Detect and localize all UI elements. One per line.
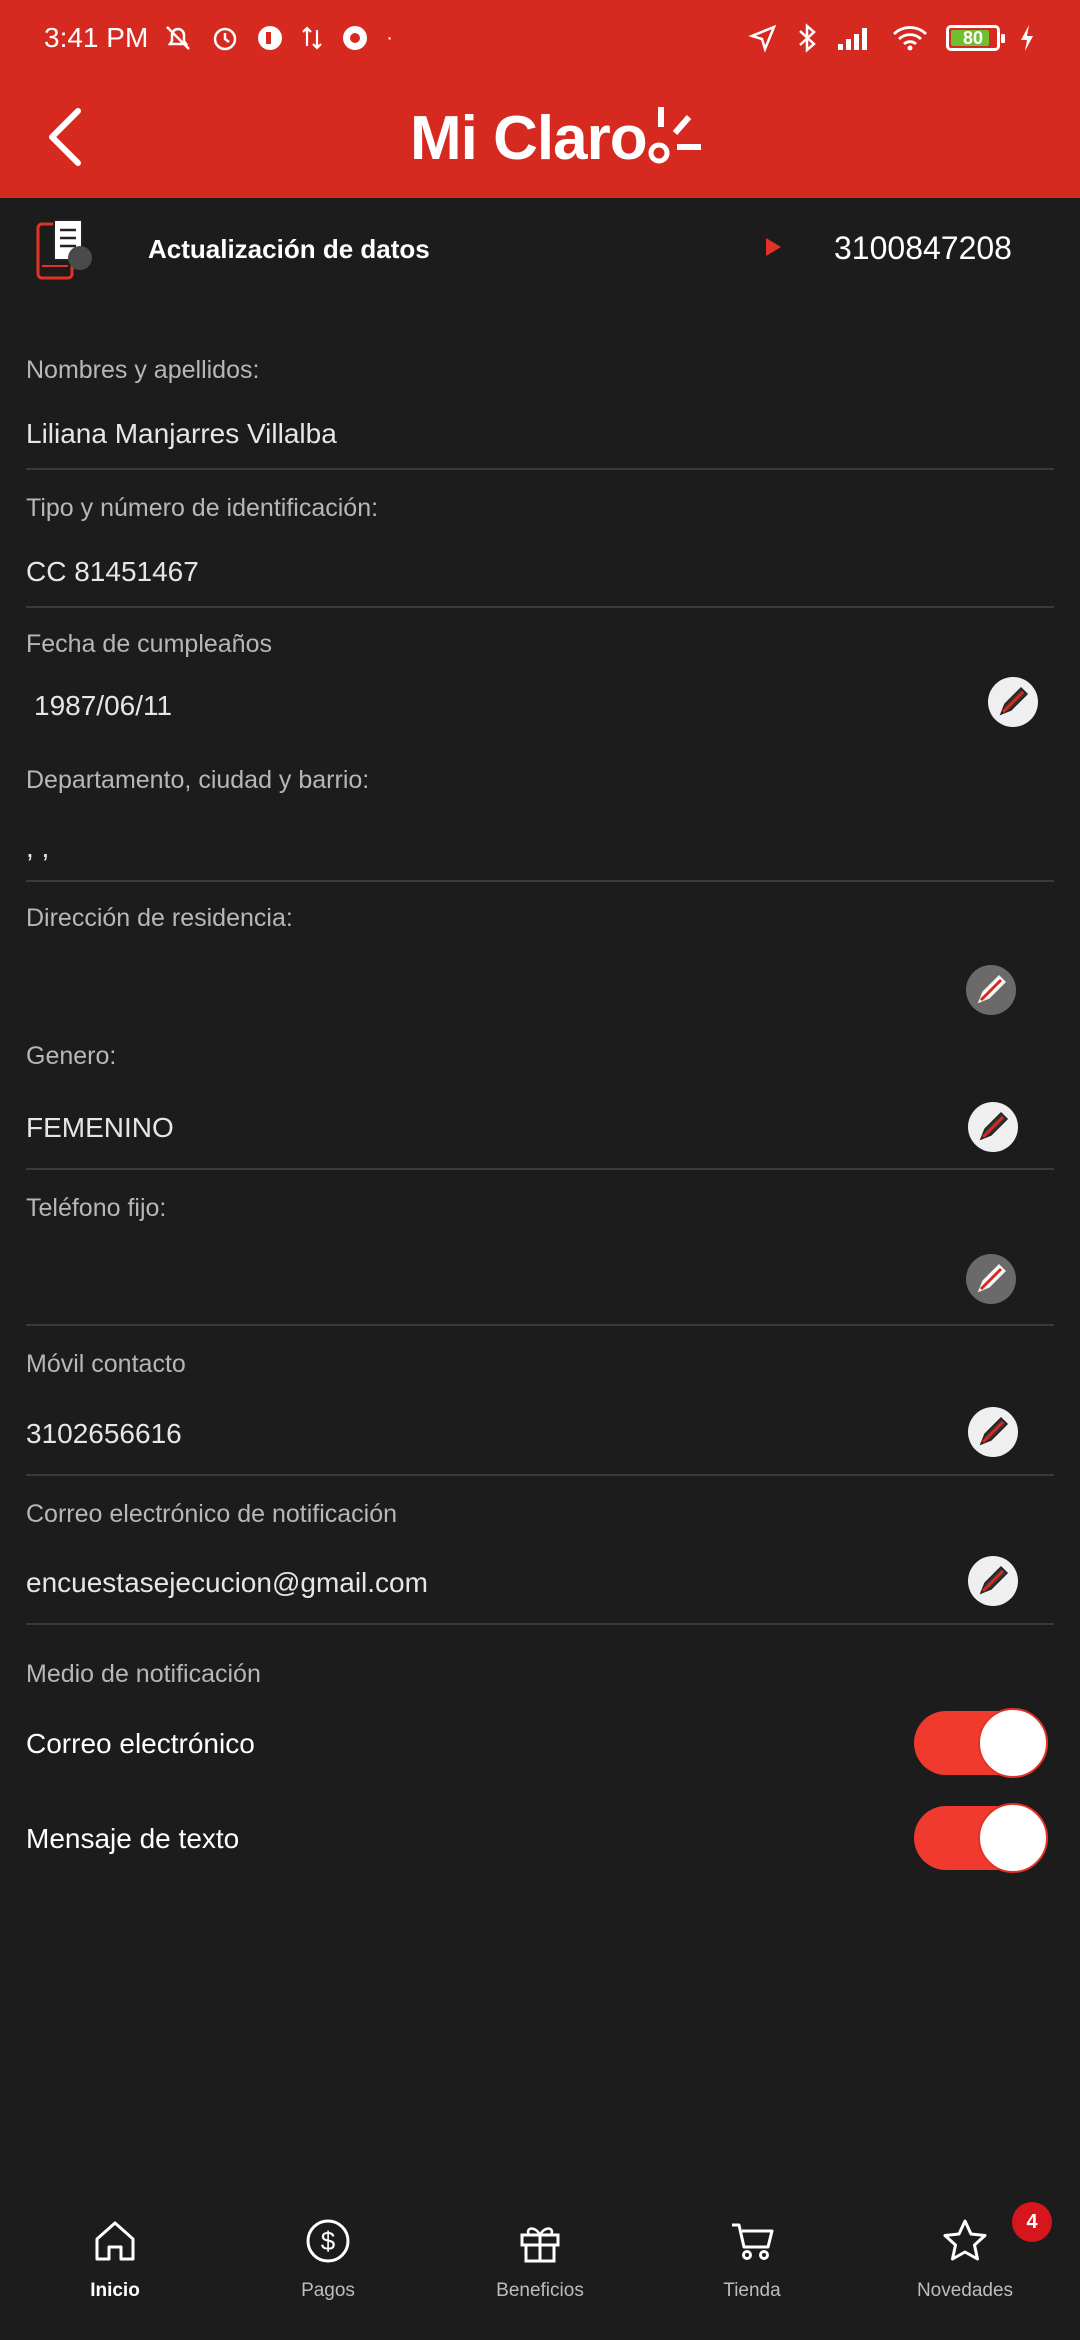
- toggle-knob: [978, 1803, 1048, 1873]
- chevron-left-icon: [49, 108, 81, 166]
- pencil-icon: [977, 1263, 1007, 1293]
- field-identificacion: Tipo y número de identificación:: [26, 494, 1054, 523]
- field-genero: Genero:: [26, 1042, 1054, 1071]
- toggle-label-correo: Correo electrónico: [26, 1728, 255, 1759]
- field-cumpleanos: Fecha de cumpleaños: [26, 630, 1054, 659]
- notification-title: Medio de notificación: [26, 1660, 261, 1688]
- field-value-nombres: Liliana Manjarres Villalba: [26, 418, 337, 449]
- battery-icon: 80: [946, 25, 1005, 51]
- charging-icon: [1021, 25, 1033, 51]
- divider: [26, 606, 1054, 608]
- back-button[interactable]: [30, 102, 100, 172]
- pencil-icon: [999, 686, 1029, 716]
- edit-genero-button[interactable]: [968, 1102, 1018, 1152]
- nav-label: Beneficios: [496, 2280, 584, 2301]
- field-direccion: Dirección de residencia:: [26, 904, 1054, 933]
- phone-document-icon: [36, 219, 92, 280]
- nav-inicio[interactable]: Inicio: [35, 2168, 195, 2340]
- field-label: Departamento, ciudad y barrio:: [26, 766, 370, 794]
- field-movil: Móvil contacto: [26, 1350, 1054, 1379]
- status-time: 3:41 PM: [44, 22, 149, 53]
- field-label: Genero:: [26, 1042, 117, 1070]
- divider: [26, 468, 1054, 470]
- edit-cumpleanos-button[interactable]: [988, 677, 1038, 727]
- dollar-icon: $: [306, 2219, 350, 2263]
- logo-rays-icon: [648, 107, 701, 164]
- nav-label: Inicio: [90, 2280, 140, 2301]
- signal-icon: [838, 28, 867, 50]
- field-label: Teléfono fijo:: [26, 1194, 167, 1222]
- nav-label: Novedades: [916, 2280, 1014, 2301]
- star-icon: [943, 2219, 987, 2261]
- divider: [26, 1623, 1054, 1625]
- muted-bell-icon: [166, 26, 191, 50]
- field-label: Fecha de cumpleaños: [26, 630, 272, 658]
- claro-logo: Mi Claro: [410, 98, 703, 178]
- field-label: Nombres y apellidos:: [26, 356, 260, 384]
- field-nombres: Nombres y apellidos:: [26, 356, 1054, 385]
- field-telefono-fijo: Teléfono fijo:: [26, 1194, 1054, 1223]
- notification-section: Medio de notificación: [26, 1660, 1054, 1689]
- divider: [26, 880, 1054, 882]
- field-value-departamento: , ,: [26, 832, 50, 863]
- field-value-correo[interactable]: encuestasejecucion@gmail.com: [26, 1567, 428, 1599]
- field-correo: Correo electrónico de notificación: [26, 1500, 1054, 1529]
- logo-text: Mi Claro: [410, 103, 648, 173]
- battery-level: 80: [962, 27, 984, 48]
- wifi-icon: [893, 26, 927, 51]
- notification-badge: 4: [1012, 2202, 1052, 2242]
- pencil-icon: [979, 1565, 1009, 1595]
- edit-telefono-fijo-button[interactable]: [966, 1254, 1016, 1304]
- edit-direccion-button[interactable]: [966, 965, 1016, 1015]
- sync-app-icon: [343, 26, 368, 50]
- alarm-icon: [214, 27, 237, 51]
- nav-novedades[interactable]: Novedades: [885, 2168, 1045, 2340]
- app-notification-icon: [258, 26, 283, 50]
- field-label: Correo electrónico de notificación: [26, 1500, 398, 1528]
- field-value-cumpleanos[interactable]: 1987/06/11: [34, 690, 172, 722]
- status-bar: 3:41 PM · 80: [0, 0, 1080, 76]
- toggle-correo[interactable]: [914, 1708, 1048, 1778]
- toggle-knob: [978, 1708, 1048, 1778]
- bluetooth-icon: [799, 23, 816, 53]
- section-header: Actualización de datos 3100847208: [0, 198, 1080, 308]
- field-value-movil[interactable]: 3102656616: [26, 1418, 182, 1450]
- location-icon: [748, 24, 777, 53]
- divider: [26, 1168, 1054, 1170]
- divider: [26, 1474, 1054, 1476]
- section-title: Actualización de datos: [148, 234, 430, 264]
- data-transfer-icon: [302, 26, 323, 50]
- nav-label: Pagos: [301, 2280, 355, 2301]
- pencil-icon: [979, 1111, 1009, 1141]
- nav-label: Tienda: [723, 2280, 781, 2301]
- home-icon: [95, 2221, 135, 2261]
- svg-text:$: $: [321, 2226, 336, 2256]
- cart-icon: [732, 2223, 774, 2260]
- field-value-identificacion: CC 81451467: [26, 556, 199, 587]
- field-value-genero[interactable]: FEMENINO: [26, 1112, 174, 1144]
- gift-icon: [520, 2227, 560, 2263]
- nav-tienda[interactable]: Tienda: [672, 2168, 832, 2340]
- toggle-sms[interactable]: [914, 1803, 1048, 1873]
- pencil-icon: [979, 1416, 1009, 1446]
- field-label: Tipo y número de identificación:: [26, 494, 379, 522]
- divider: [26, 1324, 1054, 1326]
- field-label: Dirección de residencia:: [26, 904, 293, 932]
- play-arrow-icon: [766, 238, 781, 256]
- edit-correo-button[interactable]: [968, 1556, 1018, 1606]
- line-number: 3100847208: [834, 230, 1012, 266]
- nav-pagos[interactable]: $ Pagos: [248, 2168, 408, 2340]
- field-label: Móvil contacto: [26, 1350, 186, 1378]
- field-departamento: Departamento, ciudad y barrio:: [26, 766, 1054, 795]
- dot-icon: ·: [386, 26, 393, 49]
- nav-beneficios[interactable]: Beneficios: [460, 2168, 620, 2340]
- bottom-nav: Inicio $ Pagos Beneficios Tienda Novedad…: [0, 2168, 1080, 2340]
- edit-movil-button[interactable]: [968, 1407, 1018, 1457]
- pencil-icon: [977, 974, 1007, 1004]
- app-bar: Mi Claro: [0, 76, 1080, 198]
- toggle-label-sms: Mensaje de texto: [26, 1823, 240, 1854]
